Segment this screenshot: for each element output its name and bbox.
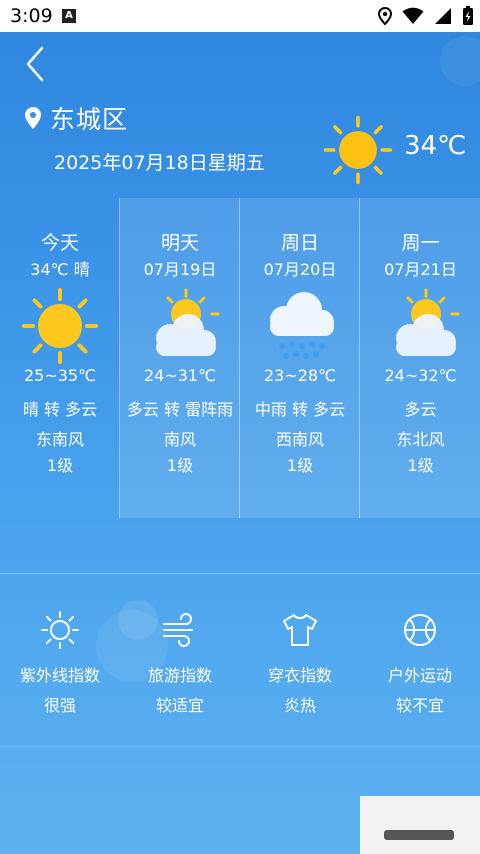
outdoor-sport-index-item[interactable]: 户外运动 较不宜 bbox=[360, 600, 480, 740]
forecast-wind-level: 1级 bbox=[166, 456, 194, 475]
location-status-icon bbox=[378, 7, 392, 25]
forecast-temp-range: 24~32℃ bbox=[384, 366, 457, 385]
partly-cloudy-icon bbox=[396, 288, 460, 356]
forecast-day-tomorrow[interactable]: 明天 07月19日 24~31℃ 多云 转 雷阵雨 南风 1级 bbox=[119, 198, 240, 518]
partly-cloudy-icon bbox=[156, 288, 220, 356]
forecast-wind-level: 1级 bbox=[46, 456, 74, 475]
wifi-icon bbox=[402, 7, 424, 24]
status-bar: 3:09 A bbox=[0, 0, 480, 32]
forecast-wind: 东北风 bbox=[396, 430, 445, 449]
ball-icon bbox=[404, 614, 436, 646]
current-date: 2025年07月18日星期五 bbox=[54, 152, 265, 174]
background-bubble bbox=[440, 36, 480, 86]
sun-icon bbox=[22, 288, 98, 364]
forecast-wind: 南风 bbox=[163, 430, 196, 449]
travel-index-item[interactable]: 旅游指数 较适宜 bbox=[120, 600, 240, 740]
index-value: 炎热 bbox=[283, 696, 316, 715]
section-divider bbox=[0, 573, 480, 574]
forecast-wind: 东南风 bbox=[35, 430, 84, 449]
rain-icon bbox=[270, 292, 334, 359]
forecast-day-sub: 34℃ 晴 bbox=[30, 260, 90, 279]
forecast-temp-range: 24~31℃ bbox=[143, 366, 217, 385]
notification-a-icon: A bbox=[62, 9, 76, 23]
forecast-day-today[interactable]: 今天 34℃ 晴 25~35℃ 晴 转 多云 东南风 1级 bbox=[0, 198, 120, 518]
overlay-bar bbox=[384, 830, 454, 840]
index-label: 穿衣指数 bbox=[267, 666, 332, 685]
forecast-day-monday[interactable]: 周一 07月21日 24~32℃ 多云 东北风 1级 bbox=[359, 198, 480, 518]
forecast-temp-range: 23~28℃ bbox=[263, 366, 337, 385]
current-temperature: 34℃ bbox=[404, 131, 467, 161]
forecast-day-sub: 07月20日 bbox=[263, 260, 337, 279]
forecast-day-title: 今天 bbox=[40, 232, 79, 254]
forecast-day-sunday[interactable]: 周日 07月20日 23~28℃ 中雨 转 多云 西南风 1级 bbox=[239, 198, 360, 518]
index-value: 较适宜 bbox=[155, 696, 204, 715]
index-label: 户外运动 bbox=[387, 666, 452, 685]
forecast-day-title: 明天 bbox=[160, 232, 199, 254]
signal-icon bbox=[435, 8, 451, 24]
section-divider bbox=[0, 746, 480, 747]
status-time: 3:09 bbox=[10, 5, 53, 27]
forecast-day-title: 周一 bbox=[401, 232, 440, 254]
uv-index-item[interactable]: 紫外线指数 很强 bbox=[0, 600, 120, 740]
system-icons bbox=[378, 6, 474, 26]
forecast-wind-level: 1级 bbox=[407, 456, 434, 475]
battery-icon bbox=[463, 6, 473, 25]
forecast-day-title: 周日 bbox=[280, 232, 319, 254]
location-row: 东城区 bbox=[24, 100, 128, 136]
back-button[interactable] bbox=[22, 44, 52, 84]
forecast-condition: 晴 转 多云 bbox=[22, 400, 98, 419]
forecast-condition: 多云 转 雷阵雨 bbox=[126, 400, 234, 419]
wind-icon bbox=[163, 613, 193, 647]
corner-overlay bbox=[360, 796, 480, 854]
clothing-index-item[interactable]: 穿衣指数 炎热 bbox=[240, 600, 360, 740]
forecast-wind: 西南风 bbox=[275, 430, 324, 449]
forecast-temp-range: 25~35℃ bbox=[23, 366, 97, 385]
uv-sun-icon bbox=[41, 611, 79, 649]
chevron-left-icon bbox=[26, 46, 44, 82]
location-pin-icon bbox=[25, 107, 41, 129]
index-label: 紫外线指数 bbox=[19, 666, 100, 685]
forecast-wind-level: 1级 bbox=[286, 456, 314, 475]
forecast-condition: 中雨 转 多云 bbox=[254, 400, 346, 419]
life-indices: 紫外线指数 很强 旅游指数 较适宜 穿衣指数 炎热 户外运动 较不宜 bbox=[0, 600, 480, 740]
shirt-icon bbox=[283, 614, 317, 646]
forecast-day-sub: 07月21日 bbox=[384, 260, 457, 279]
forecast-day-sub: 07月19日 bbox=[143, 260, 217, 279]
index-label: 旅游指数 bbox=[147, 666, 212, 685]
index-value: 较不宜 bbox=[395, 696, 444, 715]
forecast-condition: 多云 bbox=[404, 400, 437, 419]
location-name: 东城区 bbox=[50, 105, 129, 134]
sun-icon bbox=[323, 115, 393, 185]
forecast-panel: 今天 34℃ 晴 25~35℃ 晴 转 多云 东南风 1级 明天 07月19日 bbox=[0, 198, 480, 518]
index-value: 很强 bbox=[43, 696, 76, 715]
